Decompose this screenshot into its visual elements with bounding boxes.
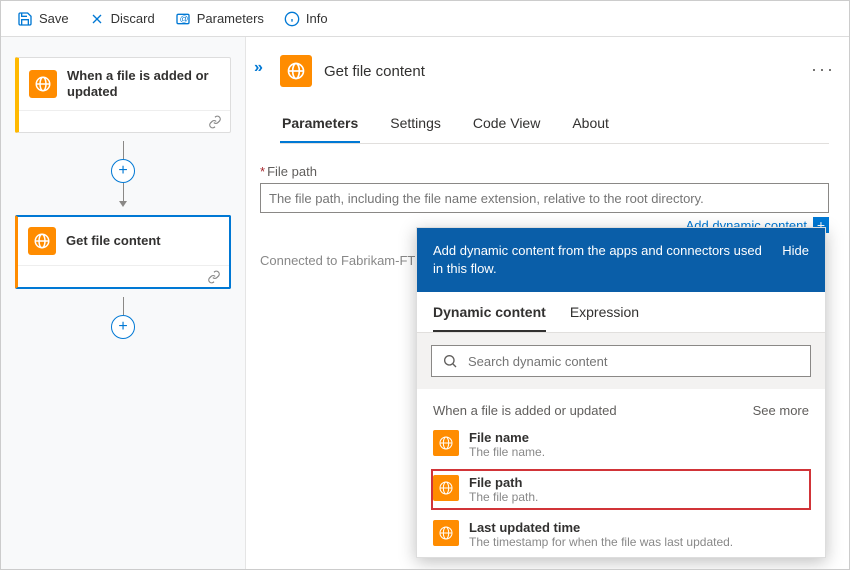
parameters-icon: @ <box>175 11 191 27</box>
dc-item-file-path[interactable]: File path The file path. <box>429 467 813 512</box>
info-button[interactable]: Info <box>276 7 336 31</box>
dc-item-last-updated[interactable]: Last updated time The timestamp for when… <box>417 512 825 557</box>
search-icon <box>442 353 458 369</box>
dynamic-content-popup: Add dynamic content from the apps and co… <box>416 227 826 558</box>
close-icon <box>89 11 105 27</box>
tab-settings[interactable]: Settings <box>388 109 443 143</box>
connector: + <box>15 141 231 207</box>
svg-text:@: @ <box>179 13 188 23</box>
ftp-icon <box>433 430 459 456</box>
action-node[interactable]: Get file content <box>15 215 231 289</box>
tab-parameters[interactable]: Parameters <box>280 109 360 143</box>
trigger-node[interactable]: When a file is added or updated <box>15 57 231 133</box>
save-button[interactable]: Save <box>9 7 77 31</box>
hide-button[interactable]: Hide <box>782 242 809 260</box>
detail-title: Get file content <box>324 63 425 80</box>
dc-item-file-name[interactable]: File name The file name. <box>417 422 825 467</box>
section-title: When a file is added or updated <box>433 403 617 418</box>
ftp-icon <box>29 70 57 98</box>
tab-dynamic-content[interactable]: Dynamic content <box>433 304 546 332</box>
toolbar: Save Discard @ Parameters Info <box>1 1 849 37</box>
see-more-link[interactable]: See more <box>753 403 809 418</box>
trigger-title: When a file is added or updated <box>67 68 220 100</box>
info-icon <box>284 11 300 27</box>
add-step-button[interactable]: + <box>111 315 135 339</box>
menu-button[interactable]: ··· <box>811 59 835 80</box>
ftp-icon <box>280 55 312 87</box>
ftp-icon <box>433 520 459 546</box>
link-icon <box>208 115 222 129</box>
save-icon <box>17 11 33 27</box>
tab-code-view[interactable]: Code View <box>471 109 542 143</box>
parameters-button[interactable]: @ Parameters <box>167 7 272 31</box>
search-box[interactable] <box>431 345 811 377</box>
action-title: Get file content <box>66 233 161 249</box>
detail-panel: » ··· Get file content Parameters Settin… <box>246 37 849 569</box>
search-input[interactable] <box>468 354 800 369</box>
link-icon <box>207 270 221 284</box>
add-step-button[interactable]: + <box>111 159 135 183</box>
connector: + <box>15 297 231 339</box>
popup-header: Add dynamic content from the apps and co… <box>433 242 772 278</box>
tab-about[interactable]: About <box>570 109 611 143</box>
file-path-input[interactable] <box>260 183 829 213</box>
discard-button[interactable]: Discard <box>81 7 163 31</box>
tab-expression[interactable]: Expression <box>570 304 639 332</box>
collapse-button[interactable]: » <box>254 59 263 77</box>
designer-canvas: When a file is added or updated + Get fi… <box>1 37 246 569</box>
detail-tabs: Parameters Settings Code View About <box>280 109 829 144</box>
file-path-label: *File path <box>260 164 829 179</box>
ftp-icon <box>433 475 459 501</box>
ftp-icon <box>28 227 56 255</box>
